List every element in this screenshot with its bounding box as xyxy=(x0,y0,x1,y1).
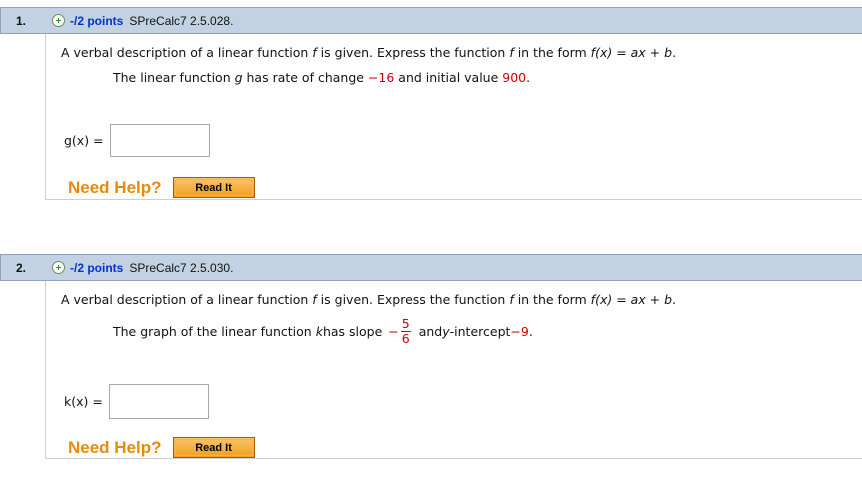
points-label: -/2 points xyxy=(70,260,124,275)
initial-value: 900 xyxy=(502,70,527,85)
question-source: SPreCalc7 2.5.028. xyxy=(129,13,234,28)
need-help-label: Need Help? xyxy=(68,437,162,457)
question-body: A verbal description of a linear functio… xyxy=(45,34,862,200)
question-1: 1. -/2 points SPreCalc7 2.5.028. A verba… xyxy=(0,7,862,200)
y-intercept-value: −9 xyxy=(510,324,529,339)
question-header: 1. -/2 points SPreCalc7 2.5.028. xyxy=(0,7,862,34)
plus-circle-icon[interactable] xyxy=(52,14,65,27)
plus-circle-icon[interactable] xyxy=(52,261,65,274)
help-row: Need Help? Read It xyxy=(68,177,255,198)
question-body: A verbal description of a linear functio… xyxy=(45,281,862,459)
slope-fraction: 56 xyxy=(400,316,411,346)
question-header: 2. -/2 points SPreCalc7 2.5.030. xyxy=(0,254,862,281)
question-number: 1. xyxy=(16,13,27,28)
function-form: f(x) = ax + b xyxy=(590,292,673,307)
question-source: SPreCalc7 2.5.030. xyxy=(129,260,234,275)
answer-input[interactable] xyxy=(109,124,210,157)
help-row: Need Help? Read It xyxy=(68,437,255,458)
question-prompt: A verbal description of a linear functio… xyxy=(61,292,677,307)
answer-label: g(x) = xyxy=(64,133,104,148)
answer-row: k(x) = xyxy=(64,384,209,419)
slope-sign: − xyxy=(388,324,399,339)
points-label: -/2 points xyxy=(70,13,124,28)
rate-of-change-value: −16 xyxy=(367,70,395,85)
answer-row: g(x) = xyxy=(64,124,210,157)
function-form: f(x) = ax + b xyxy=(590,45,673,60)
read-it-button[interactable]: Read It xyxy=(172,437,255,458)
read-it-button[interactable]: Read It xyxy=(172,177,255,198)
need-help-label: Need Help? xyxy=(68,177,162,197)
answer-input[interactable] xyxy=(108,384,209,419)
question-detail: The linear function g has rate of change… xyxy=(113,70,531,85)
question-detail: The graph of the linear function k has s… xyxy=(113,316,533,346)
answer-label: k(x) = xyxy=(64,394,103,409)
question-2: 2. -/2 points SPreCalc7 2.5.030. A verba… xyxy=(0,254,862,459)
question-prompt: A verbal description of a linear functio… xyxy=(61,45,677,60)
question-number: 2. xyxy=(16,260,27,275)
